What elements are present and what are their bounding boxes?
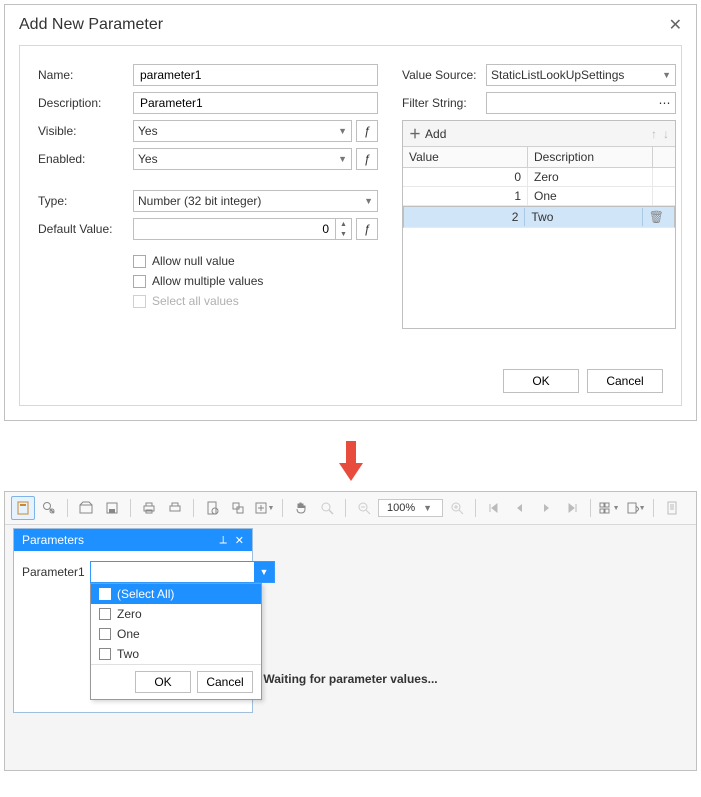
- add-button[interactable]: Add: [425, 127, 446, 141]
- spin-up-icon[interactable]: ▲: [336, 219, 351, 229]
- zoom-select[interactable]: 100%▼: [378, 499, 443, 517]
- move-up-icon[interactable]: ↑: [651, 127, 657, 141]
- scale-icon[interactable]: [226, 496, 250, 520]
- dialog-titlebar: Add New Parameter ✕: [5, 5, 696, 45]
- quick-print-icon[interactable]: [163, 496, 187, 520]
- page-setup-icon[interactable]: [200, 496, 224, 520]
- dropdown-select-all[interactable]: (Select All): [91, 584, 261, 604]
- panel-title: Parameters: [22, 533, 84, 547]
- search-icon[interactable]: [37, 496, 61, 520]
- checkbox[interactable]: [99, 588, 111, 600]
- enabled-expression-button[interactable]: ƒ: [356, 148, 378, 170]
- type-label: Type:: [38, 194, 133, 208]
- chevron-down-icon: ▼: [364, 196, 373, 206]
- print-icon[interactable]: [137, 496, 161, 520]
- parameter-label: Parameter1: [22, 565, 90, 579]
- first-page-icon[interactable]: [482, 496, 506, 520]
- prev-page-icon[interactable]: [508, 496, 532, 520]
- parameter-select[interactable]: ▼: [90, 561, 275, 583]
- description-label: Description:: [38, 96, 133, 110]
- filter-string-input[interactable]: [486, 92, 654, 114]
- chevron-down-icon: ▼: [338, 126, 347, 136]
- zoom-in-icon[interactable]: [445, 496, 469, 520]
- allow-null-label: Allow null value: [152, 254, 235, 268]
- filter-ellipsis-button[interactable]: ⋯: [654, 92, 676, 114]
- close-icon[interactable]: ✕: [669, 15, 682, 35]
- allow-multiple-label: Allow multiple values: [152, 274, 263, 288]
- name-label: Name:: [38, 68, 133, 82]
- magnifier-icon[interactable]: [315, 496, 339, 520]
- table-row[interactable]: 2 Two 🗑: [403, 206, 675, 228]
- dialog-title: Add New Parameter: [19, 16, 163, 34]
- col-value: Value: [403, 147, 528, 167]
- chevron-down-icon: ▼: [662, 70, 671, 80]
- enabled-select[interactable]: Yes▼: [133, 148, 352, 170]
- last-page-icon[interactable]: [560, 496, 584, 520]
- dialog-body: Name: Description: Visible: Yes▼ ƒ Enabl…: [19, 45, 682, 406]
- move-down-icon[interactable]: ↓: [663, 127, 669, 141]
- visible-label: Visible:: [38, 124, 133, 138]
- default-value-expression-button[interactable]: ƒ: [356, 218, 378, 240]
- report-viewer: ▼ 100%▼ ▼ ▼ Parameters ⟂ ✕ Parameter1: [4, 491, 697, 771]
- save-icon[interactable]: [100, 496, 124, 520]
- chevron-down-icon[interactable]: ▼: [254, 562, 274, 582]
- checkbox[interactable]: [99, 608, 111, 620]
- enabled-label: Enabled:: [38, 152, 133, 166]
- dropdown-item[interactable]: One: [91, 624, 261, 644]
- value-source-label: Value Source:: [402, 68, 486, 82]
- zoom-out-icon[interactable]: [352, 496, 376, 520]
- table-row[interactable]: 1 One: [403, 187, 675, 206]
- plus-icon[interactable]: ＋: [409, 125, 421, 142]
- table-row[interactable]: 0 Zero: [403, 168, 675, 187]
- export-icon[interactable]: ▼: [623, 496, 647, 520]
- default-value-label: Default Value:: [38, 222, 133, 236]
- document-icon[interactable]: [660, 496, 684, 520]
- type-select[interactable]: Number (32 bit integer)▼: [133, 190, 378, 212]
- toolbar: ▼ 100%▼ ▼ ▼: [5, 492, 696, 525]
- checkbox[interactable]: [99, 628, 111, 640]
- multipage-icon[interactable]: ▼: [597, 496, 621, 520]
- select-all-checkbox: [133, 295, 146, 308]
- lookup-grid: ＋ Add ↑ ↓ Value Description 0 Zero: [402, 120, 676, 329]
- select-all-label: Select all values: [152, 294, 239, 308]
- visible-select[interactable]: Yes▼: [133, 120, 352, 142]
- add-parameter-dialog: Add New Parameter ✕ Name: Description: V…: [4, 4, 697, 421]
- fit-icon[interactable]: ▼: [252, 496, 276, 520]
- dropdown-item[interactable]: Two: [91, 644, 261, 664]
- ok-button[interactable]: OK: [503, 369, 579, 393]
- cancel-button[interactable]: Cancel: [587, 369, 663, 393]
- chevron-down-icon: ▼: [423, 503, 432, 513]
- spin-down-icon[interactable]: ▼: [336, 229, 351, 239]
- arrow-down-icon: [339, 463, 363, 481]
- col-description: Description: [528, 147, 653, 167]
- allow-null-checkbox[interactable]: [133, 255, 146, 268]
- filter-string-label: Filter String:: [402, 96, 486, 110]
- delete-row-icon[interactable]: 🗑: [643, 208, 670, 226]
- waiting-message: Waiting for parameter values...: [5, 672, 696, 686]
- description-input[interactable]: [133, 92, 378, 114]
- close-icon[interactable]: ✕: [235, 534, 244, 547]
- pin-icon[interactable]: ⟂: [219, 534, 226, 547]
- name-input[interactable]: [133, 64, 378, 86]
- checkbox[interactable]: [99, 648, 111, 660]
- value-source-select[interactable]: StaticListLookUpSettings▼: [486, 64, 676, 86]
- dropdown-item[interactable]: Zero: [91, 604, 261, 624]
- visible-expression-button[interactable]: ƒ: [356, 120, 378, 142]
- hand-tool-icon[interactable]: [289, 496, 313, 520]
- default-value-input[interactable]: [133, 218, 336, 240]
- open-icon[interactable]: [74, 496, 98, 520]
- allow-multiple-checkbox[interactable]: [133, 275, 146, 288]
- chevron-down-icon: ▼: [338, 154, 347, 164]
- parameters-toolbar-button[interactable]: [11, 496, 35, 520]
- next-page-icon[interactable]: [534, 496, 558, 520]
